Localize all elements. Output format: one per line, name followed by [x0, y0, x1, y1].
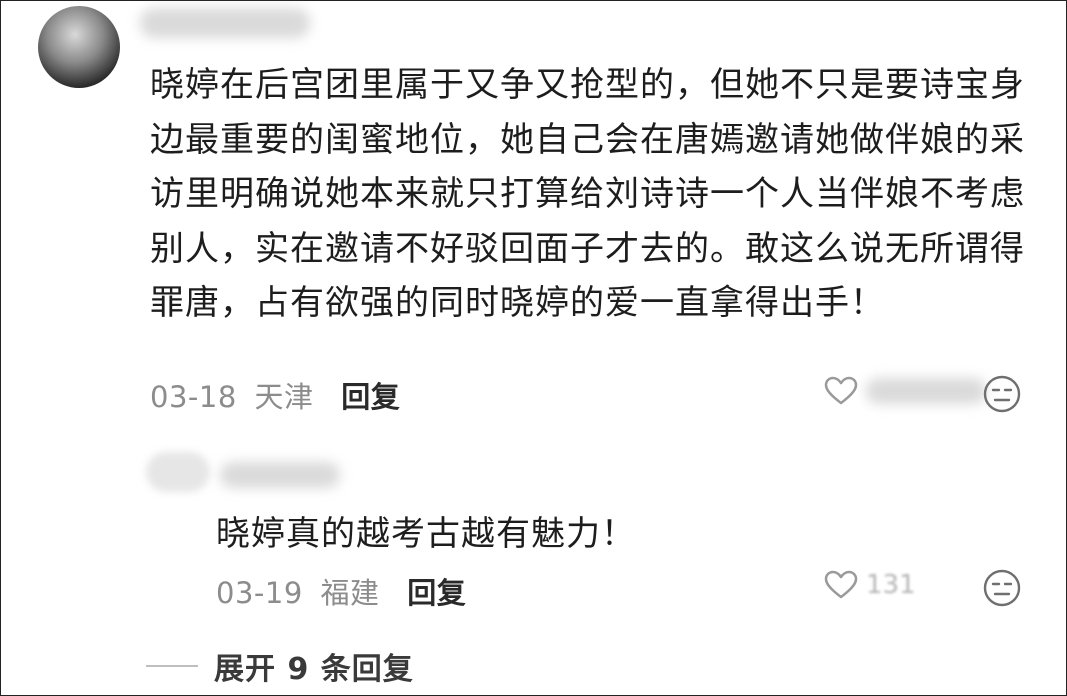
commenter-username-redacted	[140, 8, 310, 38]
comment-date: 03-18	[150, 380, 237, 414]
like-count-redacted	[866, 378, 986, 404]
expand-replies-button[interactable]: 展开 9 条回复	[146, 644, 414, 688]
like-button[interactable]	[824, 376, 986, 406]
reply-like-count: 131	[866, 570, 916, 600]
reply-location: 福建	[320, 576, 380, 610]
reply-reply-button[interactable]: 回复	[407, 576, 466, 610]
expand-replies-label: 展开 9 条回复	[214, 652, 414, 687]
reply-date: 03-19	[216, 576, 303, 610]
reply-like-button[interactable]: 131	[824, 570, 916, 600]
expand-divider-line	[146, 665, 198, 667]
reply-body: 晓婷真的越考古越有魅力！	[216, 514, 636, 554]
heart-outline-icon	[824, 570, 858, 599]
reply-button[interactable]: 回复	[341, 380, 400, 414]
reply-meta: 03-19 福建 回复	[216, 570, 466, 612]
comment-body: 晓婷在后宫团里属于又争又抢型的，但她不只是要诗宝身边最重要的闺蜜地位，她自己会在…	[150, 65, 1025, 323]
neutral-face-icon[interactable]	[982, 374, 1022, 414]
comment-meta: 03-18 天津 回复	[150, 374, 400, 416]
heart-outline-icon	[824, 376, 858, 405]
comment-location: 天津	[254, 380, 314, 414]
reply-username-redacted	[220, 462, 340, 488]
neutral-face-icon[interactable]	[982, 568, 1022, 608]
commenter-avatar[interactable]	[38, 6, 120, 88]
reply-avatar[interactable]	[146, 452, 210, 492]
